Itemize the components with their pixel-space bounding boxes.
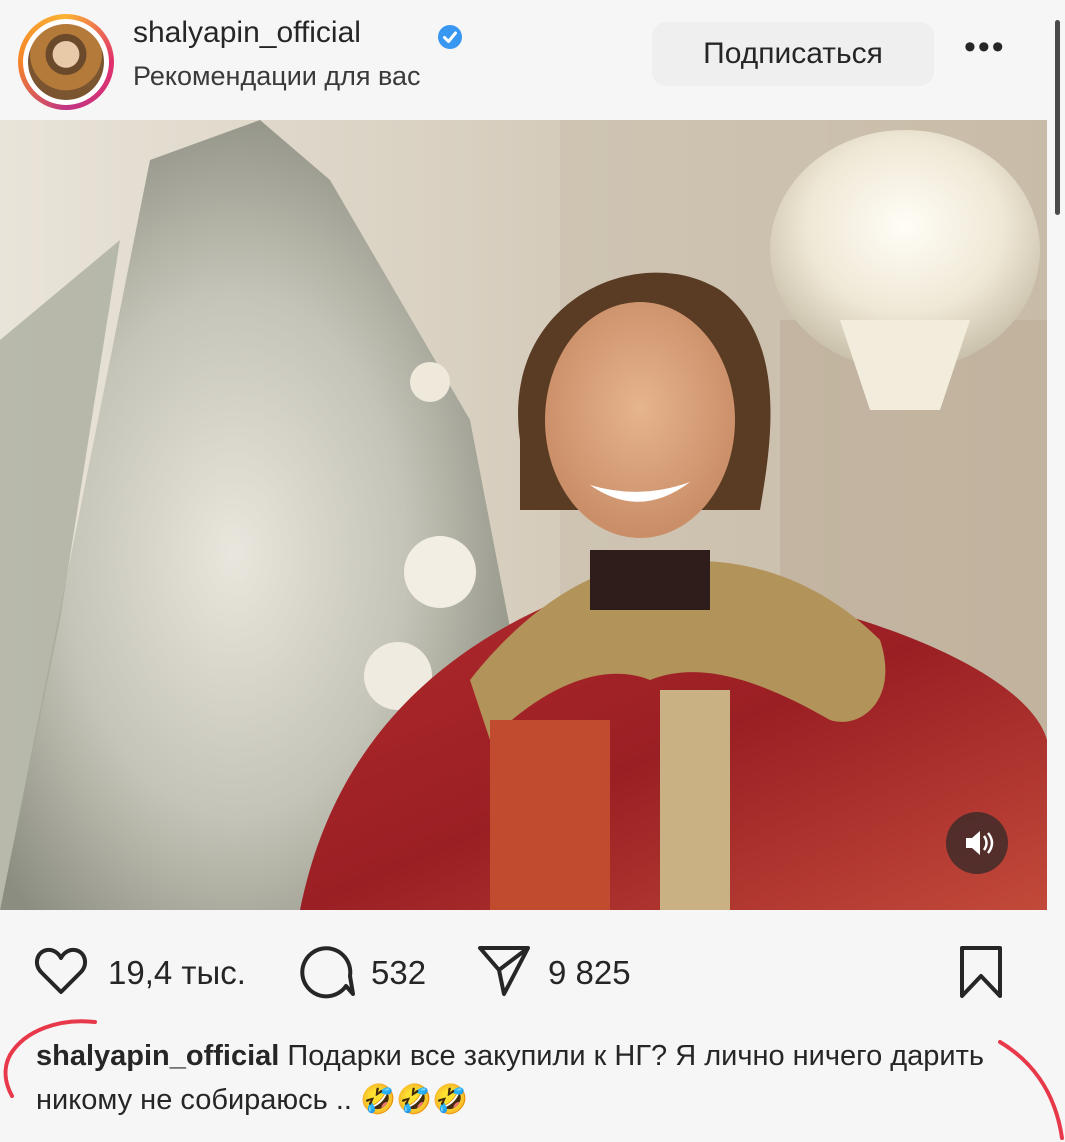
header-username[interactable]: shalyapin_official — [133, 16, 361, 50]
bookmark-icon[interactable] — [958, 944, 1004, 1000]
post-header: shalyapin_official Рекомендации для вас … — [0, 0, 1065, 215]
red-annotation-marks — [3, 1019, 1064, 1140]
follow-button[interactable]: Подписаться — [652, 22, 934, 86]
avatar-frame — [23, 19, 109, 105]
avatar[interactable] — [28, 24, 104, 100]
more-options-icon[interactable]: ••• — [964, 28, 1006, 67]
post-actions: 19,4 тыс. 532 9 825 — [0, 920, 1065, 1010]
comment-icon[interactable] — [298, 944, 356, 1000]
avatar-story-ring[interactable] — [18, 14, 114, 110]
likes-count[interactable]: 19,4 тыс. — [108, 954, 246, 992]
share-icon[interactable] — [476, 942, 532, 998]
post-photo[interactable] — [0, 120, 1047, 910]
header-subtitle: Рекомендации для вас — [133, 61, 421, 91]
photo-illustration — [0, 120, 1047, 910]
shares-count[interactable]: 9 825 — [548, 954, 631, 992]
scrollbar[interactable] — [1055, 20, 1060, 215]
sound-toggle[interactable] — [946, 812, 1008, 874]
verified-icon — [438, 25, 462, 49]
sound-icon — [966, 831, 994, 855]
comments-count[interactable]: 532 — [371, 954, 426, 992]
heart-icon[interactable] — [34, 946, 88, 996]
